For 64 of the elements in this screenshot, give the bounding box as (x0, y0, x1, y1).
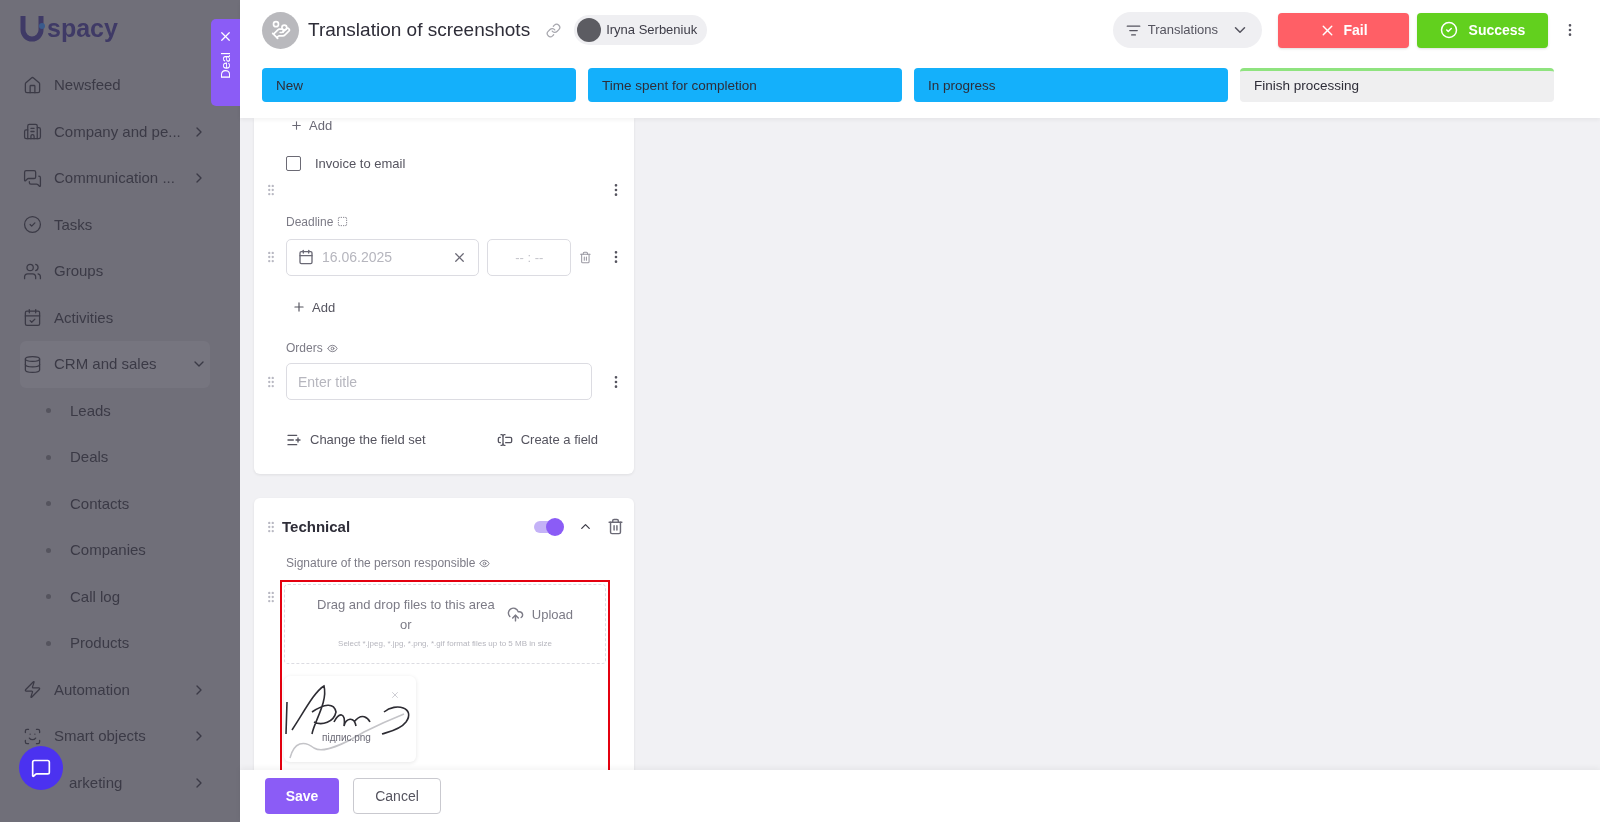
stage-tab[interactable]: In progress (914, 68, 1228, 102)
section-title: Technical (282, 516, 352, 537)
date-field[interactable]: 16.06.2025 (286, 238, 480, 276)
toggle-switch[interactable] (534, 520, 562, 533)
upload-icon (506, 606, 524, 623)
filter-icon (1125, 22, 1141, 38)
plus-icon (292, 300, 306, 315)
add-link[interactable]: Add (292, 297, 336, 317)
nav-icon (23, 308, 42, 328)
deal-title: Translation of screenshots (308, 17, 531, 42)
hand-coins-icon (270, 20, 291, 40)
delete-icon[interactable] (579, 250, 592, 264)
upload-button[interactable]: Upload (506, 604, 573, 625)
fail-button[interactable]: Fail (1278, 12, 1409, 48)
dropzone-or: or (400, 615, 412, 634)
check-circle-icon (1439, 21, 1458, 39)
logo-mark-icon (20, 14, 46, 42)
change-field-set-button[interactable]: Change the field set (286, 430, 426, 450)
field-label: Deadline (286, 213, 334, 231)
stage-tab[interactable]: Time spent for completion (588, 68, 902, 102)
success-button[interactable]: Success (1417, 12, 1548, 48)
nav-icon (23, 215, 42, 235)
dropzone-text: Drag and drop files to this area (317, 596, 495, 614)
checkbox[interactable] (286, 156, 301, 172)
nav-icon (23, 122, 42, 142)
field-label: Signature of the person responsible (286, 555, 476, 572)
deal-side-tab[interactable]: Deal (211, 19, 240, 106)
stage-tab[interactable]: Finish processing (1240, 68, 1554, 102)
close-icon (218, 29, 233, 44)
nav-icon (23, 726, 42, 746)
chat-icon (31, 758, 51, 778)
nav-icon (23, 75, 42, 95)
nav-icon (23, 680, 42, 700)
delete-icon[interactable] (607, 518, 624, 536)
calendar-icon (298, 249, 314, 265)
file-name: підпис.png (322, 731, 371, 745)
nav-icon (23, 261, 42, 281)
create-field-button[interactable]: Create a field (496, 430, 598, 450)
eye-icon (479, 557, 491, 569)
save-button[interactable]: Save (265, 778, 339, 814)
field-label: Orders (286, 340, 323, 357)
checkbox-label: Invoice to email (315, 155, 406, 173)
add-link[interactable]: Add (290, 118, 333, 132)
eye-icon (326, 342, 338, 354)
stage-tab[interactable]: New (262, 68, 576, 102)
text-field-icon (496, 431, 513, 448)
title-input[interactable]: Enter title (286, 363, 592, 400)
bullet-icon (46, 454, 51, 460)
bullet-icon (46, 640, 51, 646)
bullet-icon (46, 547, 51, 553)
bullet-icon (46, 408, 51, 414)
responsible-chip[interactable]: Iryna Serbeniuk (574, 15, 708, 45)
sidebar-item[interactable]: CRM and sales (20, 341, 210, 388)
user-avatar (577, 18, 602, 42)
text-field-icon (337, 216, 349, 227)
pipeline-dropdown[interactable]: Translations (1112, 12, 1262, 48)
cancel-button[interactable]: Cancel (353, 778, 441, 814)
nav-icon (23, 168, 42, 188)
nav-icon (23, 354, 42, 374)
plus-icon (290, 118, 303, 132)
time-field[interactable]: -- : -- (487, 238, 572, 276)
bullet-icon (46, 594, 51, 600)
sidebar-label: CRM and sales (54, 354, 158, 374)
bullet-icon (46, 501, 51, 507)
